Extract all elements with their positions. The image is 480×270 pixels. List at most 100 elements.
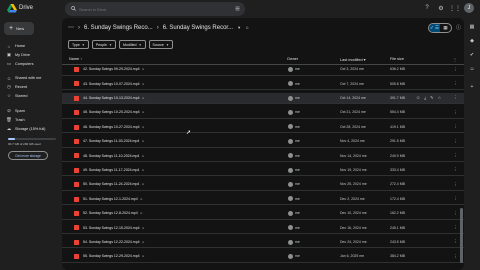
more-actions-icon[interactable]: ⋮ — [453, 67, 458, 73]
file-name: 52. Sunday Swings 12-8-2024.mp4 ☺ — [83, 211, 143, 216]
filter-people[interactable]: People ▼ — [91, 40, 116, 49]
table-row[interactable]: 44. Sunday Swings 10-13-2024.mp4 ☺ me Oct 1… — [62, 92, 464, 105]
owner-cell: me — [295, 182, 300, 187]
more-actions-icon[interactable]: ⋮ — [453, 81, 458, 87]
settings-icon[interactable]: ⚙ — [436, 3, 446, 13]
help-icon[interactable]: ? — [422, 3, 432, 13]
table-row[interactable]: 42. Sunday Swings 09-29-2024.mp4 ☺ me Oct 3… — [62, 64, 464, 76]
table-row[interactable]: 43. Sunday Swings 10-07-2024.mp4 ☺ me Oct 7… — [62, 78, 464, 90]
table-row[interactable]: 45. Sunday Swings 10-20-2024.mp4 ☺ me Oct 2… — [62, 107, 464, 119]
more-actions-icon[interactable]: ⋮ — [453, 196, 458, 202]
details-info-icon[interactable]: ⓘ — [456, 24, 461, 31]
more-actions-icon[interactable]: ⋮ — [453, 211, 458, 217]
more-actions-icon[interactable]: ⋮ — [453, 167, 458, 173]
modified-cell: Dec 16, 2024 me — [340, 225, 367, 230]
table-row[interactable]: 51. Sunday Swings 12-1-2024.mp4 ☺ me Dec 2,… — [62, 194, 464, 206]
shared-icon: ☺ — [6, 75, 12, 81]
filter-chips: Type ▼ People ▼ Modified ▼ Source ▼ — [68, 40, 173, 49]
chevron-down-icon[interactable]: ▼ — [237, 25, 241, 30]
table-row[interactable]: 49. Sunday Swings 11-17-2024.mp4 ☺ me Nov 1… — [62, 165, 464, 177]
more-actions-icon[interactable]: ⋮ — [453, 124, 458, 130]
share-icon[interactable]: ☺ — [416, 95, 420, 100]
more-actions-icon[interactable]: ⋮ — [453, 95, 458, 101]
shared-people-icon: ☺ — [141, 153, 145, 158]
drive-logo-icon[interactable] — [7, 4, 17, 13]
column-options-icon[interactable]: ⋮ — [453, 57, 457, 62]
video-file-icon — [74, 110, 79, 116]
modified-cell: Nov 25, 2024 me — [340, 182, 367, 187]
avatar[interactable]: J — [464, 3, 474, 13]
column-name[interactable]: Name ↑ — [69, 57, 82, 61]
new-button[interactable]: + New — [4, 22, 34, 35]
sidebar-item-storage[interactable]: ☁ Storage (15% full) — [0, 125, 62, 133]
more-actions-icon[interactable]: ⋮ — [453, 139, 458, 145]
mouse-cursor-icon: ➚ — [186, 130, 192, 136]
breadcrumb-parent[interactable]: 6. Sunday Swings Reco... — [84, 25, 153, 31]
calendar-icon[interactable]: ▦ — [467, 22, 477, 32]
search-icon[interactable] — [71, 6, 76, 11]
rename-icon[interactable]: ✎ — [430, 95, 434, 100]
share-folder-icon[interactable]: ☺ — [245, 25, 249, 30]
size-cell: 384.2 MB — [390, 254, 405, 259]
more-actions-icon[interactable]: ⋮ — [453, 225, 458, 231]
more-actions-icon[interactable]: ⋮ — [453, 239, 458, 245]
table-row[interactable]: 52. Sunday Swings 12-8-2024.mp4 ☺ me Dec 10… — [62, 208, 464, 220]
contacts-icon[interactable]: ☺ — [467, 64, 477, 74]
sidebar-item-starred[interactable]: ☆ Starred — [0, 92, 62, 100]
top-actions: ? ⚙ ⋮⋮ J — [422, 3, 474, 13]
app-title[interactable]: Drive — [19, 5, 33, 11]
table-row[interactable]: 50. Sunday Swings 11-24-2024.mp4 ☺ me Nov 2… — [62, 179, 464, 191]
owner-cell: me — [295, 211, 300, 216]
sidebar-item-trash[interactable]: 🗑 Trash — [0, 116, 62, 124]
column-size[interactable]: File size — [390, 57, 404, 61]
breadcrumb-current[interactable]: 6. Sunday Swings Recor... — [163, 25, 233, 31]
chevron-down-icon: ▼ — [165, 42, 169, 47]
file-name: 45. Sunday Swings 10-20-2024.mp4 ☺ — [83, 110, 145, 115]
size-cell: 636.2 MB — [390, 67, 405, 72]
sidebar-item-spam[interactable]: ⊘ Spam — [0, 107, 62, 115]
list-view-button[interactable]: ✓ ☰ — [429, 24, 440, 32]
more-actions-icon[interactable]: ⋮ — [453, 110, 458, 116]
sidebar-item-computers[interactable]: ▭ Computers — [0, 60, 62, 68]
grid-view-button[interactable]: ▦ — [440, 24, 451, 32]
column-owner[interactable]: Owner — [287, 57, 298, 61]
get-more-storage-button[interactable]: Get more storage — [8, 151, 48, 160]
filter-modified[interactable]: Modified ▼ — [118, 40, 146, 49]
sidebar-item-my-drive[interactable]: ▣ My Drive — [0, 51, 62, 59]
modified-cell: Oct 7, 2024 me — [340, 81, 364, 86]
owner-cell: me — [295, 124, 300, 129]
table-row[interactable]: 48. Sunday Swings 11-10-2024.mp4 ☺ me Nov 1… — [62, 150, 464, 162]
shared-people-icon: ☺ — [141, 182, 145, 187]
star-icon[interactable]: ☆ — [438, 95, 442, 100]
size-cell: 291.5 MB — [390, 139, 405, 144]
table-row[interactable]: 55. Sunday Swings 12-29-2024.mp4 ☺ me Jan 6… — [62, 251, 464, 263]
video-file-icon — [74, 124, 79, 130]
tasks-icon[interactable]: ✔ — [467, 50, 477, 60]
home-icon: ⌂ — [7, 43, 11, 49]
column-modified[interactable]: Last modified ▾ — [340, 57, 366, 62]
apps-grid-icon[interactable]: ⋮⋮ — [449, 3, 461, 13]
more-actions-icon[interactable]: ⋮ — [453, 254, 458, 260]
search-input[interactable] — [79, 5, 229, 13]
filter-source[interactable]: Source ▼ — [148, 40, 173, 49]
more-actions-icon[interactable]: ⋮ — [453, 153, 458, 159]
search-options-icon[interactable] — [235, 6, 240, 11]
table-row[interactable]: 46. Sunday Swings 10-27-2024.mp4 ☺ me Oct 2… — [62, 122, 464, 134]
download-icon[interactable]: ⤓ — [424, 95, 426, 100]
sidebar-item-recent[interactable]: ◷ Recent — [0, 83, 62, 91]
sidebar-item-shared[interactable]: ☺ Shared with me — [0, 74, 62, 82]
search-bar[interactable] — [65, 2, 245, 16]
breadcrumb-more-icon[interactable]: ⋯ — [68, 24, 74, 31]
filter-type[interactable]: Type ▼ — [68, 40, 89, 49]
table-row[interactable]: 47. Sunday Swings 11-03-2024.mp4 ☺ me Nov 4… — [62, 136, 464, 148]
more-actions-icon[interactable]: ⋮ — [453, 182, 458, 188]
add-addon-icon[interactable]: + — [467, 82, 477, 92]
table-row[interactable]: 53. Sunday Swings 12-15-2024.mp4 ☺ me Dec 1… — [62, 222, 464, 234]
owner-avatar — [288, 124, 293, 130]
sidebar-item-home[interactable]: ⌂ Home — [0, 42, 62, 50]
keep-icon[interactable]: ◆ — [467, 36, 477, 46]
modified-cell: Nov 14, 2024 me — [340, 153, 367, 158]
table-row[interactable]: 54. Sunday Swings 12-22-2024.mp4 ☺ me Dec 2… — [62, 237, 464, 249]
scrollbar[interactable] — [460, 208, 463, 263]
modified-cell: Oct 21, 2024 me — [340, 110, 366, 115]
